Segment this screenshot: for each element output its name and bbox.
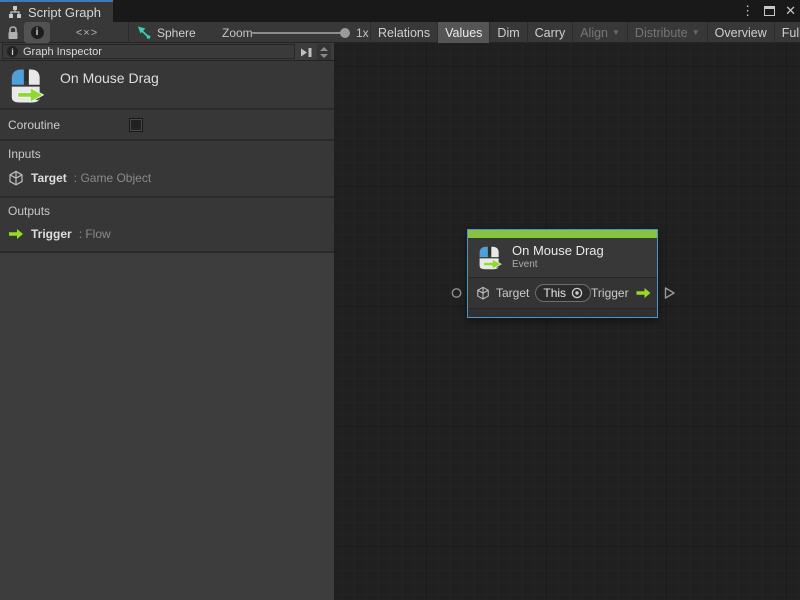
flow-arrow-icon [8, 227, 24, 241]
dock-panel-button[interactable] [297, 44, 314, 60]
inputs-section: Inputs Target : Game Object [0, 141, 334, 198]
script-graph-icon [8, 5, 22, 19]
spinner-up-icon[interactable] [320, 47, 328, 51]
dock-icon [300, 46, 312, 59]
tab-bar: Script Graph ⋮ ✕ [0, 0, 800, 22]
on-mouse-drag-node[interactable]: On Mouse Drag Event Target This Tr [467, 229, 658, 318]
tab-label: Script Graph [28, 5, 101, 20]
graph-pointer-icon [136, 25, 151, 40]
on-mouse-drag-icon [477, 245, 503, 271]
node-output-label: Trigger [591, 286, 629, 300]
toolbar-separator [128, 22, 129, 43]
node-event-accent [468, 230, 657, 238]
main-area: i Graph Inspector On Mouse Drag Coroutin… [0, 43, 800, 600]
node-output-group: Trigger [591, 286, 652, 300]
dim-button[interactable]: Dim [490, 22, 527, 43]
node-footer [468, 308, 657, 317]
coroutine-row: Coroutine [0, 110, 334, 141]
zoom-slider-handle[interactable] [340, 28, 350, 38]
zoom-value: 1x [356, 22, 369, 43]
inspected-node-header: On Mouse Drag [0, 61, 334, 110]
overview-button[interactable]: Overview [708, 22, 775, 43]
input-port-row: Target : Game Object [8, 170, 326, 186]
chevron-down-icon: ▼ [612, 28, 620, 37]
node-title: On Mouse Drag [512, 243, 604, 259]
flow-arrow-icon [635, 286, 652, 300]
zoom-slider[interactable] [252, 22, 348, 43]
inspector-title-box: i Graph Inspector [2, 44, 295, 59]
relations-button[interactable]: Relations [371, 22, 438, 43]
inputs-heading: Inputs [8, 147, 326, 161]
inspector-header: i Graph Inspector [0, 43, 334, 61]
zoom-label: Zoom [222, 22, 253, 43]
toolbar-button-group: Relations Values Dim Carry Align ▼ Distr… [370, 22, 800, 43]
node-port-row: Target This Trigger [468, 278, 657, 308]
lock-button[interactable] [4, 22, 22, 43]
object-picker-icon[interactable] [571, 287, 583, 299]
coroutine-label: Coroutine [8, 118, 60, 132]
inspector-title: Graph Inspector [23, 46, 102, 58]
menu-icon[interactable]: ⋮ [741, 0, 754, 22]
on-mouse-drag-icon [8, 67, 46, 105]
close-icon[interactable]: ✕ [785, 0, 796, 22]
values-button[interactable]: Values [438, 22, 490, 43]
graph-owner-label: Sphere [157, 26, 196, 40]
node-output-port-socket[interactable] [664, 287, 676, 300]
tab-script-graph[interactable]: Script Graph [0, 0, 113, 22]
graph-owner-button[interactable]: Sphere [136, 22, 196, 43]
info-icon: i [7, 46, 18, 57]
panel-spinner[interactable] [317, 44, 331, 60]
this-object-field[interactable]: This [535, 284, 591, 302]
node-header[interactable]: On Mouse Drag Event [468, 238, 657, 278]
output-port-row: Trigger : Flow [8, 227, 326, 241]
outputs-section: Outputs Trigger : Flow [0, 198, 334, 253]
distribute-dropdown[interactable]: Distribute ▼ [628, 22, 708, 43]
chevron-down-icon: ▼ [692, 28, 700, 37]
window-controls: ⋮ ✕ [741, 0, 796, 22]
full-screen-button[interactable]: Full Screen [775, 22, 800, 43]
code-icon: <×> [76, 27, 98, 39]
code-preview-button[interactable]: <×> [70, 22, 104, 43]
input-port-type: : Game Object [74, 171, 151, 185]
zoom-slider-track[interactable] [252, 32, 348, 34]
node-input-port-socket[interactable] [451, 288, 462, 299]
coroutine-checkbox[interactable] [129, 118, 143, 132]
graph-canvas[interactable]: On Mouse Drag Event Target This Tr [335, 43, 800, 600]
output-port-type: : Flow [79, 227, 111, 241]
lock-icon [6, 25, 20, 40]
node-subtitle: Event [512, 259, 604, 272]
game-object-cube-icon [8, 170, 24, 186]
info-icon: i [31, 26, 44, 39]
inspected-node-title: On Mouse Drag [60, 70, 159, 86]
node-input-label: Target [496, 286, 529, 300]
carry-button[interactable]: Carry [528, 22, 574, 43]
maximize-icon[interactable] [764, 4, 775, 19]
graph-toolbar: i <×> Sphere Zoom 1x Relations Values Di… [0, 22, 800, 43]
inspector-toggle-button[interactable]: i [24, 22, 50, 43]
script-graph-window: Script Graph ⋮ ✕ i <×> Sphere Zoom 1x [0, 0, 800, 600]
game-object-cube-icon [476, 286, 490, 300]
node-input-group: Target This [476, 284, 591, 302]
output-port-name: Trigger [31, 227, 72, 241]
spinner-down-icon[interactable] [320, 54, 328, 58]
outputs-heading: Outputs [8, 204, 326, 218]
input-port-name: Target [31, 171, 67, 185]
this-value: This [543, 286, 566, 300]
align-dropdown[interactable]: Align ▼ [573, 22, 628, 43]
graph-inspector-panel: i Graph Inspector On Mouse Drag Coroutin… [0, 43, 335, 600]
